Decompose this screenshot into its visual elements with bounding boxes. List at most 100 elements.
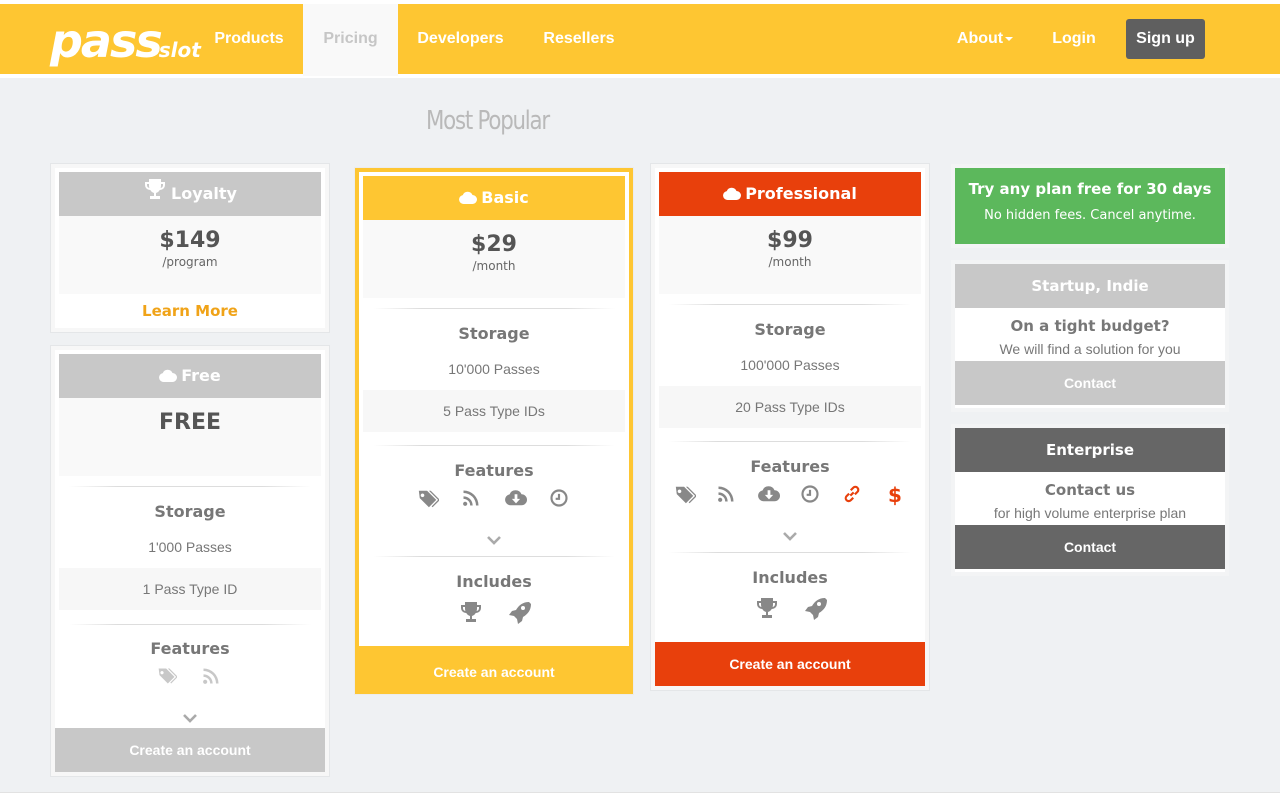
features-icons: $ [655,484,925,506]
plan-price: FREE [158,410,222,435]
enterprise-contact-button[interactable]: Contact [955,525,1225,569]
divider [669,441,911,442]
chevron-down-icon[interactable] [359,530,629,549]
storage-title: Storage [754,320,826,339]
plan-header-basic: Basic [363,176,625,220]
nav-login[interactable]: Login [1036,4,1112,74]
signup-button[interactable]: Sign up [1126,19,1205,59]
divider [373,556,615,557]
plan-period: /program [162,255,218,269]
passslot-logo[interactable]: pass slot [50,10,201,64]
tags-icon [157,666,179,688]
divider [69,624,311,625]
navbar-bottom-border [0,74,1280,78]
storage-title: Storage [154,502,226,521]
nav-products[interactable]: Products [194,4,304,74]
includes-icons [655,596,925,618]
storage-type-ids: 1 Pass Type ID [59,568,321,610]
nav-resellers[interactable]: Resellers [523,4,635,74]
divider [669,552,911,553]
clock-icon [549,488,571,510]
tags-icon [674,484,696,506]
startup-subtitle: We will find a solution for you [999,341,1181,357]
includes-icons [359,600,629,622]
plan-title: Loyalty [171,184,237,203]
features-title: Features [454,461,534,480]
rss-icon [461,488,483,510]
create-account-button-free[interactable]: Create an account [55,728,325,772]
nav-about-label: About [956,30,1004,47]
free-trial-banner: Try any plan free for 30 days No hidden … [955,168,1225,244]
startup-question: On a tight budget? [1010,317,1170,335]
price-box: $99 /month [659,216,921,294]
plan-period: /month [768,255,812,269]
tags-icon [417,488,439,510]
plan-card-professional: Professional $99 /month Storage 100'000 … [655,168,925,686]
plan-period: /month [472,259,516,273]
cloud-download-icon [505,488,527,510]
features-icons [359,488,629,510]
rss-icon [201,666,223,688]
plan-price: $149 [159,228,221,253]
features-title: Features [150,639,230,658]
storage-passes: 100'000 Passes [740,357,840,373]
divider [373,308,615,309]
plan-header-free: Free [59,354,321,398]
includes-title: Includes [752,568,828,587]
divider [669,304,911,305]
most-popular-label: Most Popular [426,106,550,136]
plan-card-free: Free FREE Storage 1'000 Passes 1 Pass Ty… [55,350,325,772]
trophy-icon [755,596,777,618]
enterprise-box: Enterprise Contact us for high volume en… [955,428,1225,572]
logo-main-text: pass [50,14,163,68]
features-title: Features [750,457,830,476]
includes-title: Includes [456,572,532,591]
trophy-icon [143,177,167,201]
rocket-icon [507,600,529,622]
chevron-down-icon[interactable] [655,526,925,545]
cloud-icon [723,187,741,201]
plan-header-loyalty: Loyalty [59,172,321,216]
storage-passes: 1'000 Passes [148,539,232,555]
create-account-button-professional[interactable]: Create an account [655,642,925,686]
cloud-icon [459,191,477,205]
cloud-icon [159,369,177,383]
plan-price: $29 [471,232,517,257]
storage-type-ids: 5 Pass Type IDs [363,390,625,432]
trial-subtitle: No hidden fees. Cancel anytime. [984,208,1196,223]
create-account-button-basic[interactable]: Create an account [355,650,633,694]
plan-price: $99 [767,228,813,253]
clock-icon [800,484,822,506]
caret-down-icon [1005,36,1014,41]
features-icons [55,666,325,688]
dollar-icon: $ [888,483,902,507]
link-icon [842,484,864,506]
trial-title: Try any plan free for 30 days [968,180,1212,198]
chevron-down-icon[interactable] [55,708,325,727]
price-box: FREE [59,398,321,476]
enterprise-subtitle: for high volume enterprise plan [993,505,1187,521]
plan-body-basic: Basic $29 /month Storage 10'000 Passes 5… [359,172,629,646]
storage-title: Storage [458,324,530,343]
plan-card-loyalty: Loyalty $149 /program Learn More [55,168,325,328]
divider [373,445,615,446]
startup-title: Startup, Indie [955,264,1225,308]
plan-header-professional: Professional [659,172,921,216]
rss-icon [716,484,738,506]
rocket-icon [803,596,825,618]
price-box: $149 /program [59,216,321,294]
plan-title: Professional [745,184,857,203]
cloud-download-icon [758,484,780,506]
enterprise-title: Enterprise [955,428,1225,472]
nav-about-dropdown[interactable]: About [940,4,1030,74]
startup-box: Startup, Indie On a tight budget? We wil… [955,264,1225,408]
price-box: $29 /month [363,220,625,298]
nav-developers[interactable]: Developers [398,4,523,74]
learn-more-link[interactable]: Learn More [55,302,325,320]
nav-pricing[interactable]: Pricing [303,4,398,76]
trophy-icon [459,600,481,622]
startup-contact-button[interactable]: Contact [955,361,1225,405]
divider [69,486,311,487]
plan-title: Basic [481,188,529,207]
enterprise-question: Contact us [1044,481,1136,499]
